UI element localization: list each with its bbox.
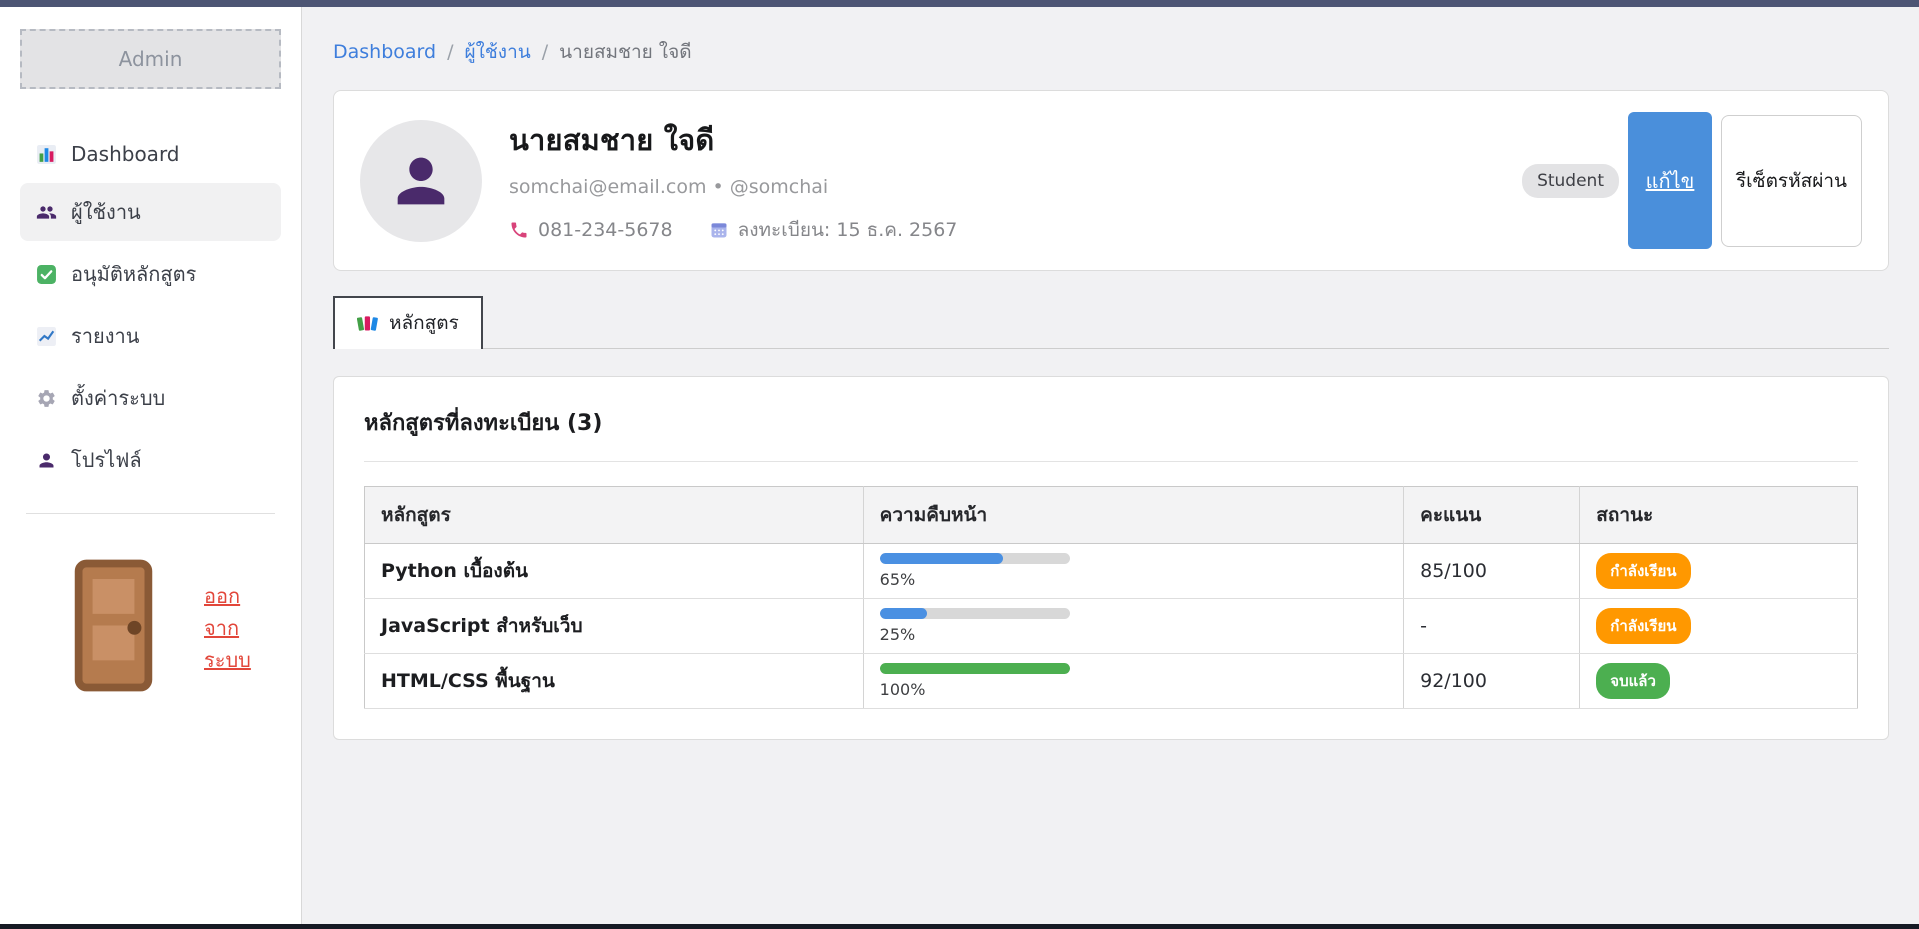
phone-icon	[509, 220, 529, 240]
bar-chart-icon	[36, 144, 57, 165]
progress-cell: 25%	[863, 599, 1403, 654]
progress-label: 100%	[880, 680, 1387, 699]
admin-logo-box: Admin	[20, 29, 281, 89]
edit-button[interactable]: แก้ไข	[1628, 112, 1712, 249]
logout-link[interactable]: ออกจากระบบ	[20, 538, 281, 718]
sidebar: Admin Dashboard ผู้ใช้งานอนุมัติหลักสูตรร…	[0, 7, 302, 924]
progress-bar	[880, 553, 1070, 564]
profile-card: นายสมชาย ใจดี somchai@email.com • @somch…	[333, 90, 1889, 271]
col-header-course: หลักสูตร	[365, 487, 864, 544]
avatar	[360, 120, 482, 242]
breadcrumb-separator: /	[447, 41, 453, 63]
profile-actions: Student แก้ไข รีเซ็ตรหัสผ่าน	[1522, 112, 1862, 249]
table-row: Python เบื้องต้น 65% 85/100 กำลังเรียน	[365, 544, 1858, 599]
sidebar-item-label: Dashboard	[71, 142, 180, 166]
tab-courses-label: หลักสูตร	[389, 308, 459, 338]
gear-icon	[36, 388, 57, 409]
score-cell: 92/100	[1404, 654, 1580, 709]
calendar-icon	[709, 220, 729, 240]
col-header-progress: ความคืบหน้า	[863, 487, 1403, 544]
course-name-cell: JavaScript สำหรับเว็บ	[365, 599, 864, 654]
top-accent-bar	[0, 0, 1919, 7]
profile-name: นายสมชาย ใจดี	[509, 117, 1522, 163]
progress-cell: 100%	[863, 654, 1403, 709]
courses-title: หลักสูตรที่ลงทะเบียน (3)	[364, 405, 1858, 440]
sidebar-item-dashboard[interactable]: Dashboard	[20, 129, 281, 179]
sidebar-item-approve-courses[interactable]: อนุมัติหลักสูตร	[20, 245, 281, 303]
breadcrumb-link[interactable]: Dashboard	[333, 41, 436, 63]
course-name-cell: Python เบื้องต้น	[365, 544, 864, 599]
check-icon	[36, 264, 57, 285]
breadcrumb: Dashboard / ผู้ใช้งาน / นายสมชาย ใจดี	[333, 37, 1889, 67]
sidebar-item-settings[interactable]: ตั้งค่าระบบ	[20, 369, 281, 427]
progress-bar	[880, 608, 1070, 619]
profile-registered-item: ลงทะเบียน: 15 ธ.ค. 2567	[709, 215, 958, 245]
app-window: Admin Dashboardผู้ใช้งานอนุมัติหลักสูตรร…	[0, 7, 1919, 924]
progress-bar-fill	[880, 553, 1004, 564]
sidebar-item-label: รายงาน	[71, 320, 139, 352]
sidebar-item-profile[interactable]: โปรไฟล์	[20, 431, 281, 489]
col-header-score: คะแนน	[1404, 487, 1580, 544]
line-chart-icon	[36, 326, 57, 347]
status-cell: จบแล้ว	[1580, 654, 1858, 709]
status-cell: กำลังเรียน	[1580, 544, 1858, 599]
score-cell: 85/100	[1404, 544, 1580, 599]
logout-label: ออกจากระบบ	[204, 580, 265, 676]
admin-logo-label: Admin	[119, 47, 183, 71]
books-icon	[357, 313, 378, 334]
tabs-row: หลักสูตร	[333, 296, 1889, 349]
tab-courses[interactable]: หลักสูตร	[333, 296, 483, 349]
sidebar-nav: Dashboard ผู้ใช้งานอนุมัติหลักสูตรรายงานต…	[20, 129, 281, 489]
sidebar-item-label: ผู้ใช้งาน	[71, 196, 141, 228]
progress-bar-fill	[880, 663, 1070, 674]
status-cell: กำลังเรียน	[1580, 599, 1858, 654]
progress-bar	[880, 663, 1070, 674]
progress-label: 25%	[880, 625, 1387, 644]
courses-table: หลักสูตร ความคืบหน้า คะแนน สถานะ Python …	[364, 486, 1858, 709]
sidebar-item-label: อนุมัติหลักสูตร	[71, 258, 196, 290]
breadcrumb-separator: /	[542, 41, 548, 63]
status-badge: จบแล้ว	[1596, 663, 1670, 699]
profile-meta: 081-234-5678 ลงทะเบียน: 15 ธ.ค. 2567	[509, 215, 1522, 245]
door-icon	[36, 548, 191, 708]
sidebar-item-label: โปรไฟล์	[71, 444, 142, 476]
col-header-status: สถานะ	[1580, 487, 1858, 544]
sidebar-item-reports[interactable]: รายงาน	[20, 307, 281, 365]
sidebar-item-users[interactable]: ผู้ใช้งาน	[20, 183, 281, 241]
reset-password-button[interactable]: รีเซ็ตรหัสผ่าน	[1721, 115, 1862, 247]
progress-cell: 65%	[863, 544, 1403, 599]
table-row: JavaScript สำหรับเว็บ 25%-กำลังเรียน	[365, 599, 1858, 654]
sidebar-item-label: ตั้งค่าระบบ	[71, 382, 165, 414]
main-content: Dashboard / ผู้ใช้งาน / นายสมชาย ใจดี นายสมช…	[302, 7, 1919, 924]
courses-table-body: Python เบื้องต้น65%85/100กำลังเรียนJavaS…	[365, 544, 1858, 709]
courses-divider	[364, 461, 1858, 462]
course-name-cell: HTML/CSS พื้นฐาน	[365, 654, 864, 709]
breadcrumb-current: นายสมชาย ใจดี	[559, 37, 691, 67]
progress-label: 65%	[880, 570, 1387, 589]
users-icon	[36, 202, 57, 223]
breadcrumb-link[interactable]: ผู้ใช้งาน	[465, 37, 531, 67]
status-badge: กำลังเรียน	[1596, 553, 1690, 589]
progress-bar-fill	[880, 608, 928, 619]
score-cell: -	[1404, 599, 1580, 654]
profile-email: somchai@email.com • @somchai	[509, 176, 1522, 198]
person-icon	[36, 450, 57, 471]
bottom-bar	[0, 924, 1919, 929]
profile-registered: ลงทะเบียน: 15 ธ.ค. 2567	[738, 215, 958, 245]
profile-phone-item: 081-234-5678	[509, 219, 673, 241]
profile-phone: 081-234-5678	[538, 219, 673, 241]
person-avatar-icon	[386, 146, 456, 216]
sidebar-divider	[26, 513, 275, 514]
role-badge: Student	[1522, 164, 1619, 198]
table-header-row: หลักสูตร ความคืบหน้า คะแนน สถานะ	[365, 487, 1858, 544]
status-badge: กำลังเรียน	[1596, 608, 1690, 644]
courses-card: หลักสูตรที่ลงทะเบียน (3) หลักสูตร ความคื…	[333, 376, 1889, 740]
table-row: HTML/CSS พื้นฐาน 100% 92/100 จบแล้ว	[365, 654, 1858, 709]
profile-info: นายสมชาย ใจดี somchai@email.com • @somch…	[509, 117, 1522, 245]
